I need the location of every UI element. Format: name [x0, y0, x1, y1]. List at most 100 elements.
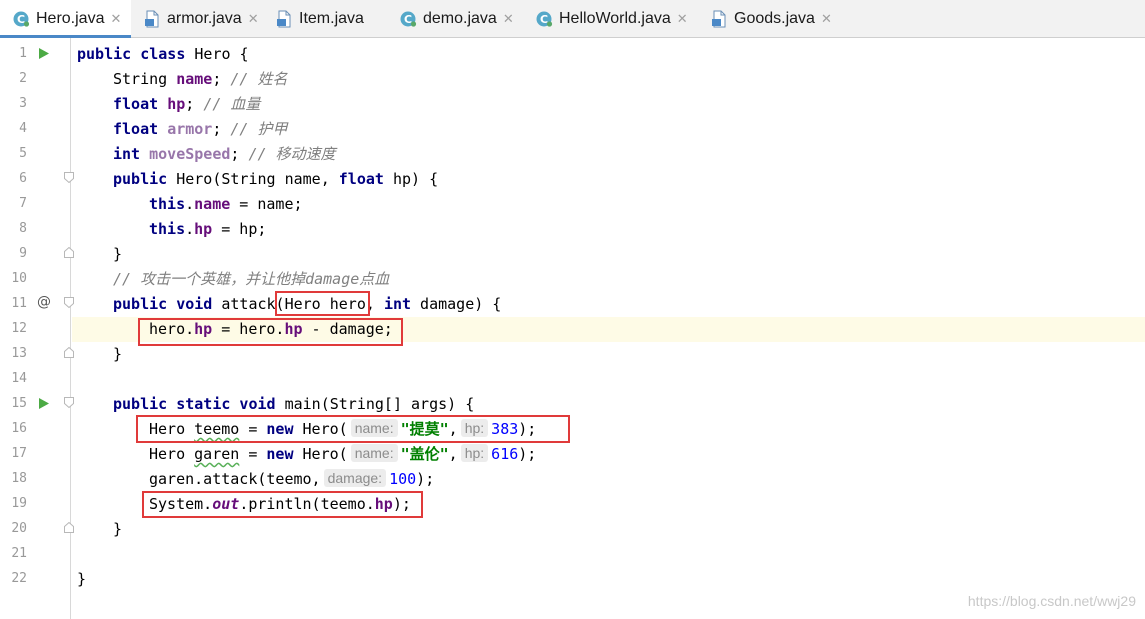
code-text: = hp; [212, 220, 267, 238]
line-number: 2 [19, 71, 27, 86]
java-file-icon [145, 10, 159, 27]
code-line-6: public Hero(String name, float hp) { [113, 167, 438, 192]
keyword: int [113, 145, 150, 163]
tab-label: demo.java [423, 9, 497, 27]
code-text: ; [212, 70, 231, 88]
keyword: this [149, 220, 186, 238]
line-number: 19 [11, 496, 27, 511]
code-text: Hero( [293, 445, 348, 463]
annotation-box [138, 318, 403, 346]
line-number: 9 [19, 246, 27, 261]
keyword: float [113, 95, 168, 113]
tab-label: Goods.java [734, 9, 815, 27]
keyword: public class [77, 45, 186, 63]
comment: // 护甲 [230, 120, 288, 138]
line-number: 13 [11, 346, 27, 361]
close-icon[interactable]: ✕ [503, 11, 514, 27]
code-line-10: // 攻击一个英雄，并让他掉damage点血 [113, 267, 389, 292]
svg-text:C: C [404, 13, 412, 26]
svg-text:C: C [540, 13, 548, 26]
code-text: ; [185, 95, 204, 113]
close-icon[interactable]: ✕ [248, 11, 259, 27]
code-line-3: float hp; // 血量 [113, 92, 260, 117]
line-number: 16 [11, 421, 27, 436]
keyword: float [338, 170, 384, 188]
code-line-15: public static void main(String[] args) { [113, 392, 474, 417]
code-text: ; [230, 145, 249, 163]
tab-label: Hero.java [36, 9, 105, 27]
line-number: 8 [19, 221, 27, 236]
code-line-5: int moveSpeed; // 移动速度 [113, 142, 336, 167]
code-text: garen.attack(teemo, [149, 470, 321, 488]
code-text: ; [212, 120, 231, 138]
override-marker-icon[interactable]: @ [37, 294, 51, 310]
close-icon[interactable]: ✕ [821, 11, 832, 27]
code-line-9: } [113, 242, 122, 267]
line-number: 5 [19, 146, 27, 161]
code-text: } [113, 345, 123, 363]
code-line-1: public class Hero { [77, 42, 249, 67]
keyword: new [266, 445, 294, 463]
tab-label: HelloWorld.java [559, 9, 671, 27]
code-text: main(String[] args) { [284, 395, 475, 413]
java-file-icon [712, 10, 726, 27]
field-name: armor [167, 120, 213, 138]
line-number: 18 [11, 471, 27, 486]
line-number: 20 [11, 521, 27, 536]
tab-item-java[interactable]: Item.java ✕ [263, 0, 387, 37]
code-text: } [113, 520, 123, 538]
parameter-hint: damage: [323, 469, 387, 487]
code-line-2: String name; // 姓名 [113, 67, 288, 92]
code-line-4: float armor; // 护甲 [113, 117, 288, 142]
tab-helloworld-java[interactable]: C HelloWorld.java ✕ [523, 0, 698, 37]
line-number: 3 [19, 96, 27, 111]
comment: // 攻击一个英雄，并让他掉damage点血 [113, 270, 390, 288]
tab-armor-java[interactable]: armor.java ✕ [131, 0, 263, 37]
annotation-box [275, 291, 370, 316]
number-literal: 616 [491, 445, 519, 463]
line-number: 14 [11, 371, 27, 386]
code-text: damage) { [411, 295, 502, 313]
tab-label: armor.java [167, 9, 242, 27]
line-number: 1 [19, 46, 27, 61]
line-number: 22 [11, 571, 27, 586]
code-text: , [448, 445, 458, 463]
string-literal: "盖伦" [400, 445, 449, 463]
line-number: 15 [11, 396, 27, 411]
code-line-17: Hero garen = new Hero(name: "盖伦", hp: 616); [149, 442, 536, 467]
run-icon[interactable] [38, 47, 50, 60]
code-line-18: garen.attack(teemo, damage: 100); [149, 467, 434, 492]
parameter-hint: hp: [460, 444, 489, 462]
keyword: this [149, 195, 186, 213]
line-number: 6 [19, 171, 27, 186]
code-text: ); [416, 470, 435, 488]
annotation-box [142, 491, 423, 518]
keyword: public void [113, 295, 222, 313]
field-name: hp [167, 95, 186, 113]
code-line-7: this.name = name; [149, 192, 303, 217]
tab-demo-java[interactable]: C demo.java ✕ [387, 0, 523, 37]
comment: // 血量 [203, 95, 261, 113]
close-icon[interactable]: ✕ [110, 11, 121, 27]
watermark: https://blog.csdn.net/wwj29 [967, 593, 1136, 609]
java-class-icon: C [400, 11, 417, 27]
code-text: ); [518, 445, 537, 463]
annotation-box [136, 415, 570, 443]
tab-goods-java[interactable]: Goods.java ✕ [698, 0, 848, 37]
keyword: int [383, 295, 412, 313]
editor-gutter: 1 2 3 4 5 6 7 8 9 10 11 12 13 14 15 16 1… [0, 38, 74, 619]
tab-hero-java[interactable]: C Hero.java ✕ [0, 0, 131, 38]
line-number: 21 [11, 546, 27, 561]
field-name: moveSpeed [149, 145, 231, 163]
run-icon[interactable] [38, 397, 50, 410]
code-text: Hero [149, 445, 195, 463]
code-text: Hero(String name, [176, 170, 339, 188]
line-number: 12 [11, 321, 27, 336]
code-text: . [185, 220, 195, 238]
code-line-8: this.hp = hp; [149, 217, 266, 242]
code-line-22: } [77, 567, 86, 592]
line-number: 4 [19, 121, 27, 136]
close-icon[interactable]: ✕ [677, 11, 688, 27]
field-name: name [194, 195, 231, 213]
line-number: 10 [11, 271, 27, 286]
